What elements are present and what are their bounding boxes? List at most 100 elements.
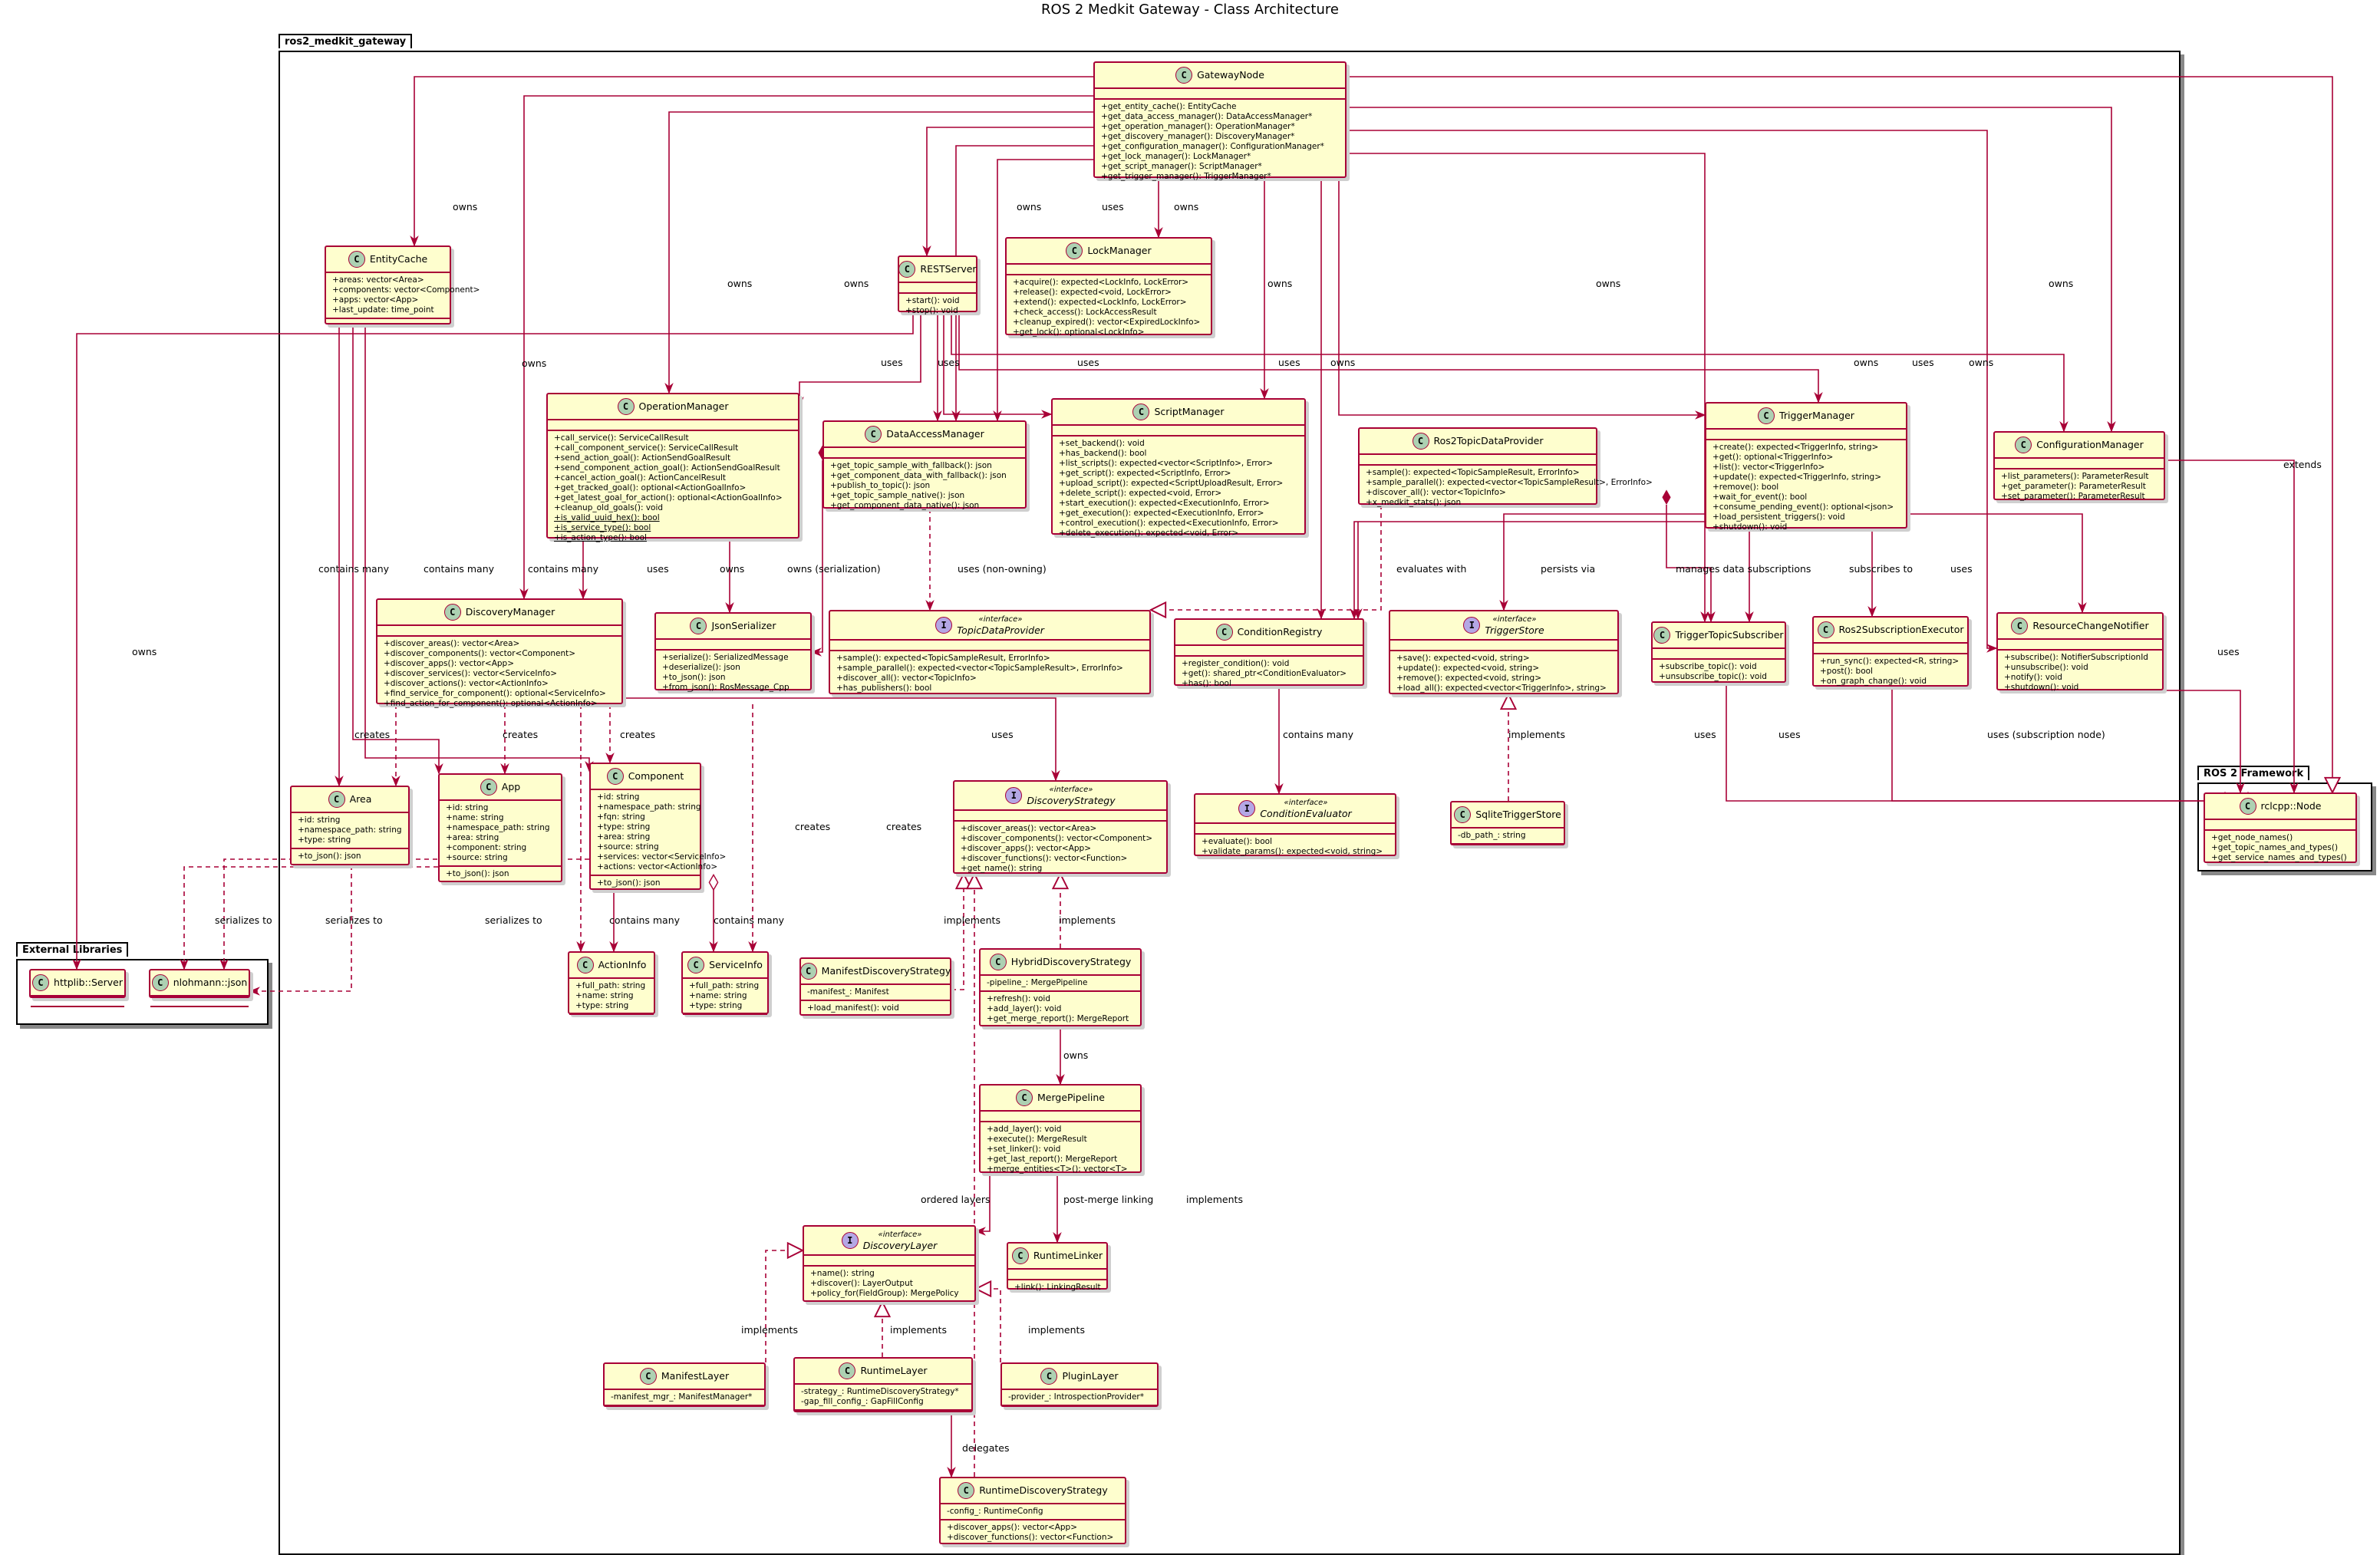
class-attributes: -config_: RuntimeConfig — [941, 1504, 1125, 1520]
class-title: DiscoveryManager — [466, 607, 555, 618]
class-circle-icon: C — [1016, 1089, 1033, 1106]
class-lock-manager: C LockManager +acquire(): expected<LockInf… — [1005, 237, 1212, 337]
class-ros2-topic-data-provider: C Ros2TopicDataProvider +sample(): expecte… — [1358, 427, 1653, 507]
edge-label: serializes to — [485, 914, 542, 926]
class-title: OperationManager — [639, 401, 729, 412]
class-methods: +get_entity_cache(): EntityCache +get_dat… — [1095, 100, 1345, 184]
edge-label: owns — [844, 278, 869, 289]
class-name: RuntimeLayer — [860, 1365, 928, 1376]
class-circle-icon: C — [480, 779, 497, 796]
edge-label: uses — [938, 357, 960, 368]
class-methods: +register_condition(): void +get(): share… — [1175, 657, 1363, 691]
class-methods: +save(): expected<void, string> +update()… — [1390, 651, 1617, 696]
edge-label: contains many — [609, 914, 681, 926]
class-name: GatewayNode — [1197, 69, 1264, 81]
class-attributes — [1390, 641, 1617, 651]
class-header: C ActionInfo — [569, 953, 654, 979]
class-name: EntityCache — [369, 253, 428, 265]
class-methods: +get_topic_sample_with_fallback(): json +… — [824, 459, 1025, 513]
class-methods: +acquire(): expected<LockInfo, LockError… — [1007, 275, 1211, 340]
class-circle-icon: C — [2015, 437, 2032, 453]
class-methods: +to_json(): json — [292, 849, 408, 864]
class-methods: +evaluate(): bool +validate_params(): exp… — [1195, 835, 1395, 859]
edge-label: contains many — [528, 563, 599, 575]
class-header: I «interface» TriggerStore — [1390, 611, 1617, 641]
class-attribute: +type: string — [689, 1001, 743, 1010]
class-methods: +discover_areas(): vector<Area> +discover… — [954, 822, 1166, 876]
edge-label: owns — [1596, 278, 1621, 289]
class-title: «interface» TriggerStore — [1485, 614, 1544, 636]
class-circle-icon: C — [443, 604, 461, 621]
edge-label: contains many — [714, 914, 785, 926]
class-resource-change-notifier: C ResourceChangeNotifier +subscribe(): Not… — [1996, 612, 2164, 692]
edge-label: owns — [720, 563, 745, 575]
class-header: C ServiceInfo — [683, 953, 767, 979]
class-header: C ConfigurationManager — [1995, 433, 2164, 459]
class-method: +update(): expected<TriggerInfo, string> — [1712, 473, 1881, 482]
class-title: ConditionRegistry — [1238, 627, 1323, 637]
relationship-edge — [410, 72, 1109, 247]
class-plugin-layer: C PluginLayer -provider_: IntrospectionPro… — [1000, 1362, 1159, 1407]
class-circle-icon: C — [1412, 433, 1429, 450]
class-method: +save(): expected<void, string> — [1396, 654, 1530, 663]
class-methods — [683, 1015, 767, 1024]
class-method: +get_data_access_manager(): DataAccessMa… — [1101, 112, 1313, 121]
class-attributes — [1998, 640, 2162, 651]
class-name: Ros2SubscriptionExecutor — [1838, 624, 1964, 635]
class-title: MergePipeline — [1037, 1092, 1105, 1103]
class-title: Component — [628, 771, 684, 782]
edge-label: owns — [1969, 357, 1994, 368]
class-attributes — [954, 811, 1166, 822]
class-method: +list(): vector<TriggerInfo> — [1712, 463, 1825, 472]
class-title: RuntimeDiscoveryStrategy — [979, 1485, 1108, 1496]
class-method: +consume_pending_event(): optional<json> — [1712, 502, 1894, 512]
relationship-edge — [951, 874, 964, 990]
class-attribute: -provider_: IntrospectionProvider* — [1008, 1392, 1145, 1402]
class-circle-icon: C — [32, 974, 50, 991]
class-attributes — [377, 626, 621, 637]
class-name: ConditionEvaluator — [1260, 808, 1352, 819]
class-name: TriggerTopicSubscriber — [1675, 629, 1784, 641]
class-header: C Ros2TopicDataProvider — [1360, 429, 1596, 455]
class-method: +discover_components(): vector<Component… — [384, 649, 576, 658]
class-circle-icon: C — [1011, 1247, 1029, 1264]
class-header: C TriggerManager — [1706, 404, 1906, 430]
class-header: C DiscoveryManager — [377, 600, 621, 626]
edge-label: owns — [1330, 357, 1356, 368]
interface-circle-icon: I — [935, 617, 953, 634]
class-attribute: -gap_fill_config_: GapFillConfig — [801, 1397, 924, 1406]
class-method: +discover(): LayerOutput — [810, 1279, 913, 1288]
class-header: C App — [440, 775, 561, 801]
class-name: DiscoveryManager — [465, 606, 555, 618]
class-method: +get_lock(): optional<LockInfo> — [1013, 328, 1145, 337]
class-methods — [605, 1406, 764, 1415]
edge-label: implements — [890, 1324, 947, 1336]
class-circle-icon: C — [1066, 242, 1083, 259]
class-header: C RESTServer — [898, 257, 977, 283]
class-title: JsonSerializer — [711, 621, 776, 631]
edge-label: contains many — [318, 563, 390, 575]
class-method: +delete_script(): expected<void, Error> — [1059, 489, 1222, 498]
class-method: +to_json(): json — [446, 869, 509, 878]
class-name: LockManager — [1087, 245, 1152, 256]
class-method: +has_backend(): bool — [1059, 449, 1147, 458]
class-method: +discover_apps(): vector<App> — [961, 844, 1092, 853]
class-method: +discover_functions(): vector<Function> — [947, 1533, 1114, 1542]
class-method: +post(): bool — [1820, 667, 1873, 676]
class-methods: +run_sync(): expected<R, string> +post():… — [1814, 654, 1967, 689]
class-circle-icon: C — [958, 1482, 975, 1499]
class-method: +cleanup_expired(): vector<ExpiredLockIn… — [1013, 318, 1201, 327]
class-attribute: -manifest_mgr_: ManifestManager* — [611, 1392, 753, 1402]
edge-label: implements — [1028, 1324, 1085, 1336]
class-attribute: -config_: RuntimeConfig — [947, 1507, 1043, 1516]
class-attributes — [830, 641, 1149, 651]
class-methods — [31, 1007, 124, 1016]
class-header: C RuntimeLinker — [1008, 1244, 1106, 1270]
class-attributes: +id: string +namespace_path: string +type:… — [292, 813, 408, 849]
class-method: +notify(): void — [2004, 673, 2062, 682]
relationship-edge — [1331, 149, 1709, 623]
class-name: DiscoveryStrategy — [1027, 795, 1116, 806]
class-method: +get_execution(): expected<ExecutionInfo… — [1059, 509, 1264, 518]
class-name: Area — [349, 793, 372, 805]
class-attributes — [1653, 649, 1785, 660]
